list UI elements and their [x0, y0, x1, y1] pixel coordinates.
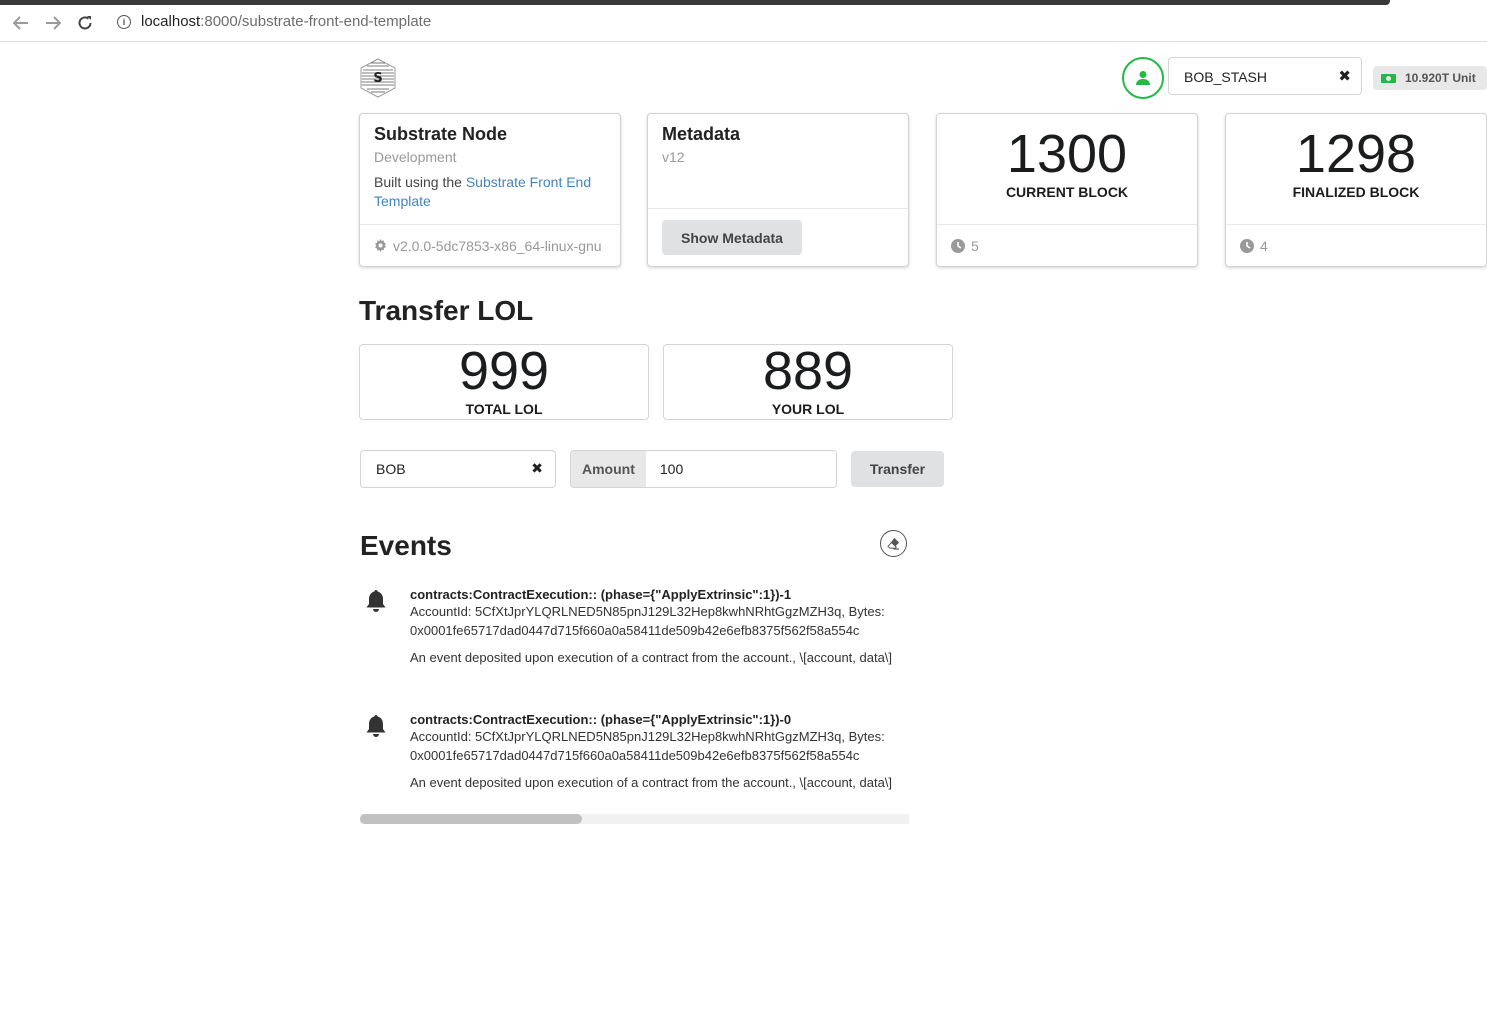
- event-summary: contracts:ContractExecution:: (phase={"A…: [410, 587, 792, 602]
- arrow-left-icon: [13, 16, 28, 30]
- your-lol-statistic: 889 YOUR LOL: [663, 344, 953, 420]
- scrollbar-thumb[interactable]: [360, 814, 582, 824]
- balance-label: 10.920T Unit: [1373, 66, 1487, 90]
- metadata-actions: Show Metadata: [648, 208, 908, 266]
- event-summary: contracts:ContractExecution:: (phase={"A…: [410, 712, 792, 727]
- account-selector[interactable]: BOB_STASH ✖: [1168, 57, 1362, 95]
- event-description: An event deposited upon execution of a c…: [410, 775, 893, 790]
- total-lol-label: TOTAL LOL: [465, 401, 543, 417]
- finalized-block-card: 1298 FINALIZED BLOCK 4: [1225, 113, 1487, 267]
- events-feed: contracts:ContractExecution:: (phase={"A…: [360, 582, 909, 812]
- current-block-label: CURRENT BLOCK: [1005, 184, 1129, 200]
- to-account-value: BOB: [376, 461, 406, 477]
- event-item: contracts:ContractExecution:: (phase={"A…: [360, 712, 909, 812]
- description-prefix: Built using the: [374, 174, 466, 190]
- finalized-block-timer-row: 4: [1226, 224, 1486, 266]
- bell-icon: [365, 714, 387, 743]
- total-lol-value: 999: [458, 341, 550, 401]
- total-lol-statistic: 999 TOTAL LOL: [359, 344, 649, 420]
- balance-value: 10.920T Unit: [1405, 71, 1476, 85]
- node-version-row: v2.0.0-5dc7853-x86_64-linux-gnu: [360, 224, 620, 266]
- forward-button[interactable]: [40, 10, 66, 36]
- browser-toolbar: i localhost:8000/substrate-front-end-tem…: [0, 5, 1487, 42]
- transfer-button[interactable]: Transfer: [851, 451, 944, 487]
- finalized-block-number: 1298: [1295, 124, 1417, 184]
- url-host: localhost: [141, 13, 201, 30]
- info-icon[interactable]: i: [117, 15, 131, 29]
- event-data-line: 0x0001fe65717dad0447d715f660a0a58411de50…: [410, 623, 860, 638]
- clock-icon: [951, 238, 965, 253]
- metadata-version: v12: [662, 149, 685, 165]
- node-info-card: Substrate Node Development Built using t…: [359, 113, 621, 267]
- user-icon: [1136, 71, 1150, 85]
- clear-recipient-icon[interactable]: ✖: [531, 460, 543, 477]
- finalized-block-timer: 4: [1260, 237, 1268, 254]
- metadata-card: Metadata v12 Show Metadata: [647, 113, 909, 267]
- clock-icon: [1240, 238, 1254, 253]
- chain-name: Development: [374, 149, 457, 165]
- current-block-timer: 5: [971, 237, 979, 254]
- metadata-title: Metadata: [662, 124, 741, 144]
- amount-input[interactable]: [645, 451, 836, 487]
- finalized-block-label: FINALIZED BLOCK: [1292, 184, 1420, 200]
- reload-icon: [78, 16, 92, 30]
- money-icon: [1381, 73, 1396, 83]
- your-lol-label: YOUR LOL: [771, 401, 845, 417]
- events-horizontal-scrollbar[interactable]: [360, 814, 909, 824]
- current-block-card: 1300 CURRENT BLOCK 5: [936, 113, 1198, 267]
- url-path: :8000/substrate-front-end-template: [200, 13, 432, 30]
- events-title: Events: [360, 530, 452, 561]
- event-data-line: AccountId: 5CfXtJprYLQRLNED5N85pnJ129L32…: [410, 604, 885, 619]
- current-block-number: 1300: [1006, 124, 1128, 184]
- clear-events-button[interactable]: [880, 530, 907, 557]
- node-version: v2.0.0-5dc7853-x86_64-linux-gnu: [393, 237, 602, 254]
- event-data-line: AccountId: 5CfXtJprYLQRLNED5N85pnJ129L32…: [410, 729, 885, 744]
- address-bar[interactable]: localhost:8000/substrate-front-end-templ…: [141, 13, 431, 30]
- account-avatar[interactable]: [1122, 57, 1164, 99]
- amount-label: Amount: [571, 451, 646, 487]
- show-metadata-button[interactable]: Show Metadata: [662, 220, 802, 255]
- arrow-right-icon: [46, 16, 61, 30]
- transfer-title: Transfer LOL: [359, 295, 534, 326]
- event-description: An event deposited upon execution of a c…: [410, 650, 893, 665]
- back-button[interactable]: [8, 10, 34, 36]
- node-name: Substrate Node: [374, 124, 508, 144]
- to-account-dropdown[interactable]: BOB ✖: [360, 450, 556, 488]
- amount-field: Amount: [570, 450, 837, 488]
- substrate-logo[interactable]: S: [359, 58, 397, 98]
- gear-icon: [374, 239, 387, 252]
- account-selector-value: BOB_STASH: [1184, 69, 1267, 85]
- svg-text:S: S: [373, 71, 382, 86]
- node-description: Built using the Substrate Front End Temp…: [374, 173, 606, 211]
- bell-icon: [365, 589, 387, 618]
- clear-account-icon[interactable]: ✖: [1338, 67, 1351, 85]
- reload-button[interactable]: [72, 10, 98, 36]
- your-lol-value: 889: [762, 341, 854, 401]
- event-data-line: 0x0001fe65717dad0447d715f660a0a58411de50…: [410, 748, 860, 763]
- eraser-icon: [887, 537, 900, 550]
- event-item: contracts:ContractExecution:: (phase={"A…: [360, 587, 909, 707]
- current-block-timer-row: 5: [937, 224, 1197, 266]
